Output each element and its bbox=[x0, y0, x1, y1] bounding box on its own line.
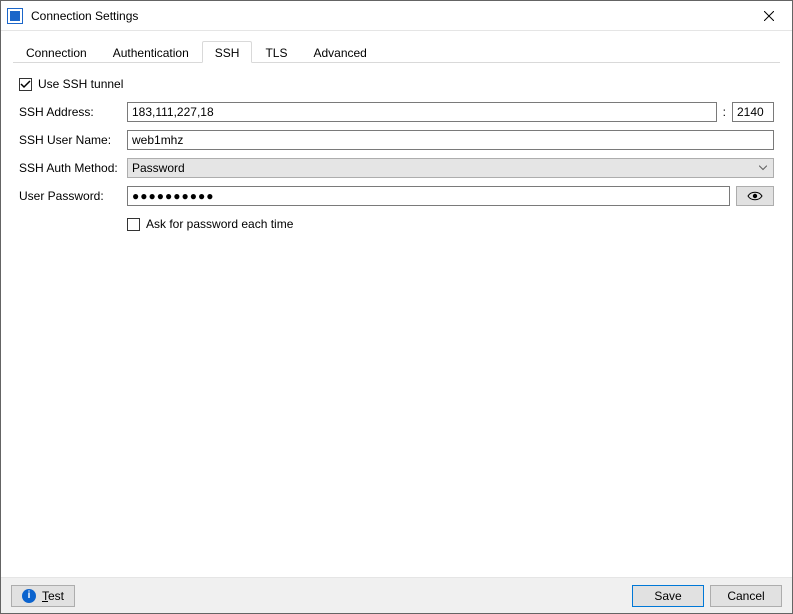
checkmark-icon bbox=[20, 79, 31, 90]
dialog-connection-settings: Connection Settings Connection Authentic… bbox=[0, 0, 793, 614]
user-password-input[interactable] bbox=[127, 186, 730, 206]
tab-tls[interactable]: TLS bbox=[252, 41, 300, 63]
ssh-port-input[interactable] bbox=[732, 102, 774, 122]
tab-bar: Connection Authentication SSH TLS Advanc… bbox=[13, 41, 780, 63]
use-ssh-tunnel-checkbox[interactable]: Use SSH tunnel bbox=[19, 77, 123, 91]
app-icon bbox=[7, 8, 23, 24]
ssh-auth-method-select[interactable]: Password bbox=[127, 158, 774, 178]
ssh-auth-method-label: SSH Auth Method: bbox=[19, 161, 127, 175]
ssh-address-input[interactable] bbox=[127, 102, 717, 122]
ssh-address-label: SSH Address: bbox=[19, 105, 127, 119]
close-icon bbox=[764, 11, 774, 21]
user-password-label: User Password: bbox=[19, 189, 127, 203]
titlebar: Connection Settings bbox=[1, 1, 792, 31]
save-button[interactable]: Save bbox=[632, 585, 704, 607]
test-button[interactable]: i Test bbox=[11, 585, 75, 607]
tab-ssh[interactable]: SSH bbox=[202, 41, 253, 63]
chevron-down-icon bbox=[759, 166, 767, 171]
ask-password-checkbox[interactable]: Ask for password each time bbox=[127, 217, 293, 231]
ssh-tab-page: Use SSH tunnel SSH Address: : SSH User N… bbox=[13, 63, 780, 251]
info-icon: i bbox=[22, 589, 36, 603]
close-button[interactable] bbox=[746, 1, 792, 31]
reveal-password-button[interactable] bbox=[736, 186, 774, 206]
tab-authentication[interactable]: Authentication bbox=[100, 41, 202, 63]
tab-connection[interactable]: Connection bbox=[13, 41, 100, 63]
ask-password-label: Ask for password each time bbox=[146, 217, 293, 231]
test-button-rest: est bbox=[48, 589, 64, 603]
ssh-username-input[interactable] bbox=[127, 130, 774, 150]
cancel-button[interactable]: Cancel bbox=[710, 585, 782, 607]
dialog-footer: i Test Save Cancel bbox=[1, 577, 792, 613]
tab-advanced[interactable]: Advanced bbox=[300, 41, 379, 63]
ssh-username-label: SSH User Name: bbox=[19, 133, 127, 147]
window-title: Connection Settings bbox=[31, 9, 138, 23]
use-ssh-tunnel-label: Use SSH tunnel bbox=[38, 77, 123, 91]
port-separator: : bbox=[717, 105, 732, 119]
dialog-content: Connection Authentication SSH TLS Advanc… bbox=[1, 31, 792, 577]
ssh-auth-method-value: Password bbox=[132, 161, 185, 175]
eye-icon bbox=[747, 191, 763, 201]
